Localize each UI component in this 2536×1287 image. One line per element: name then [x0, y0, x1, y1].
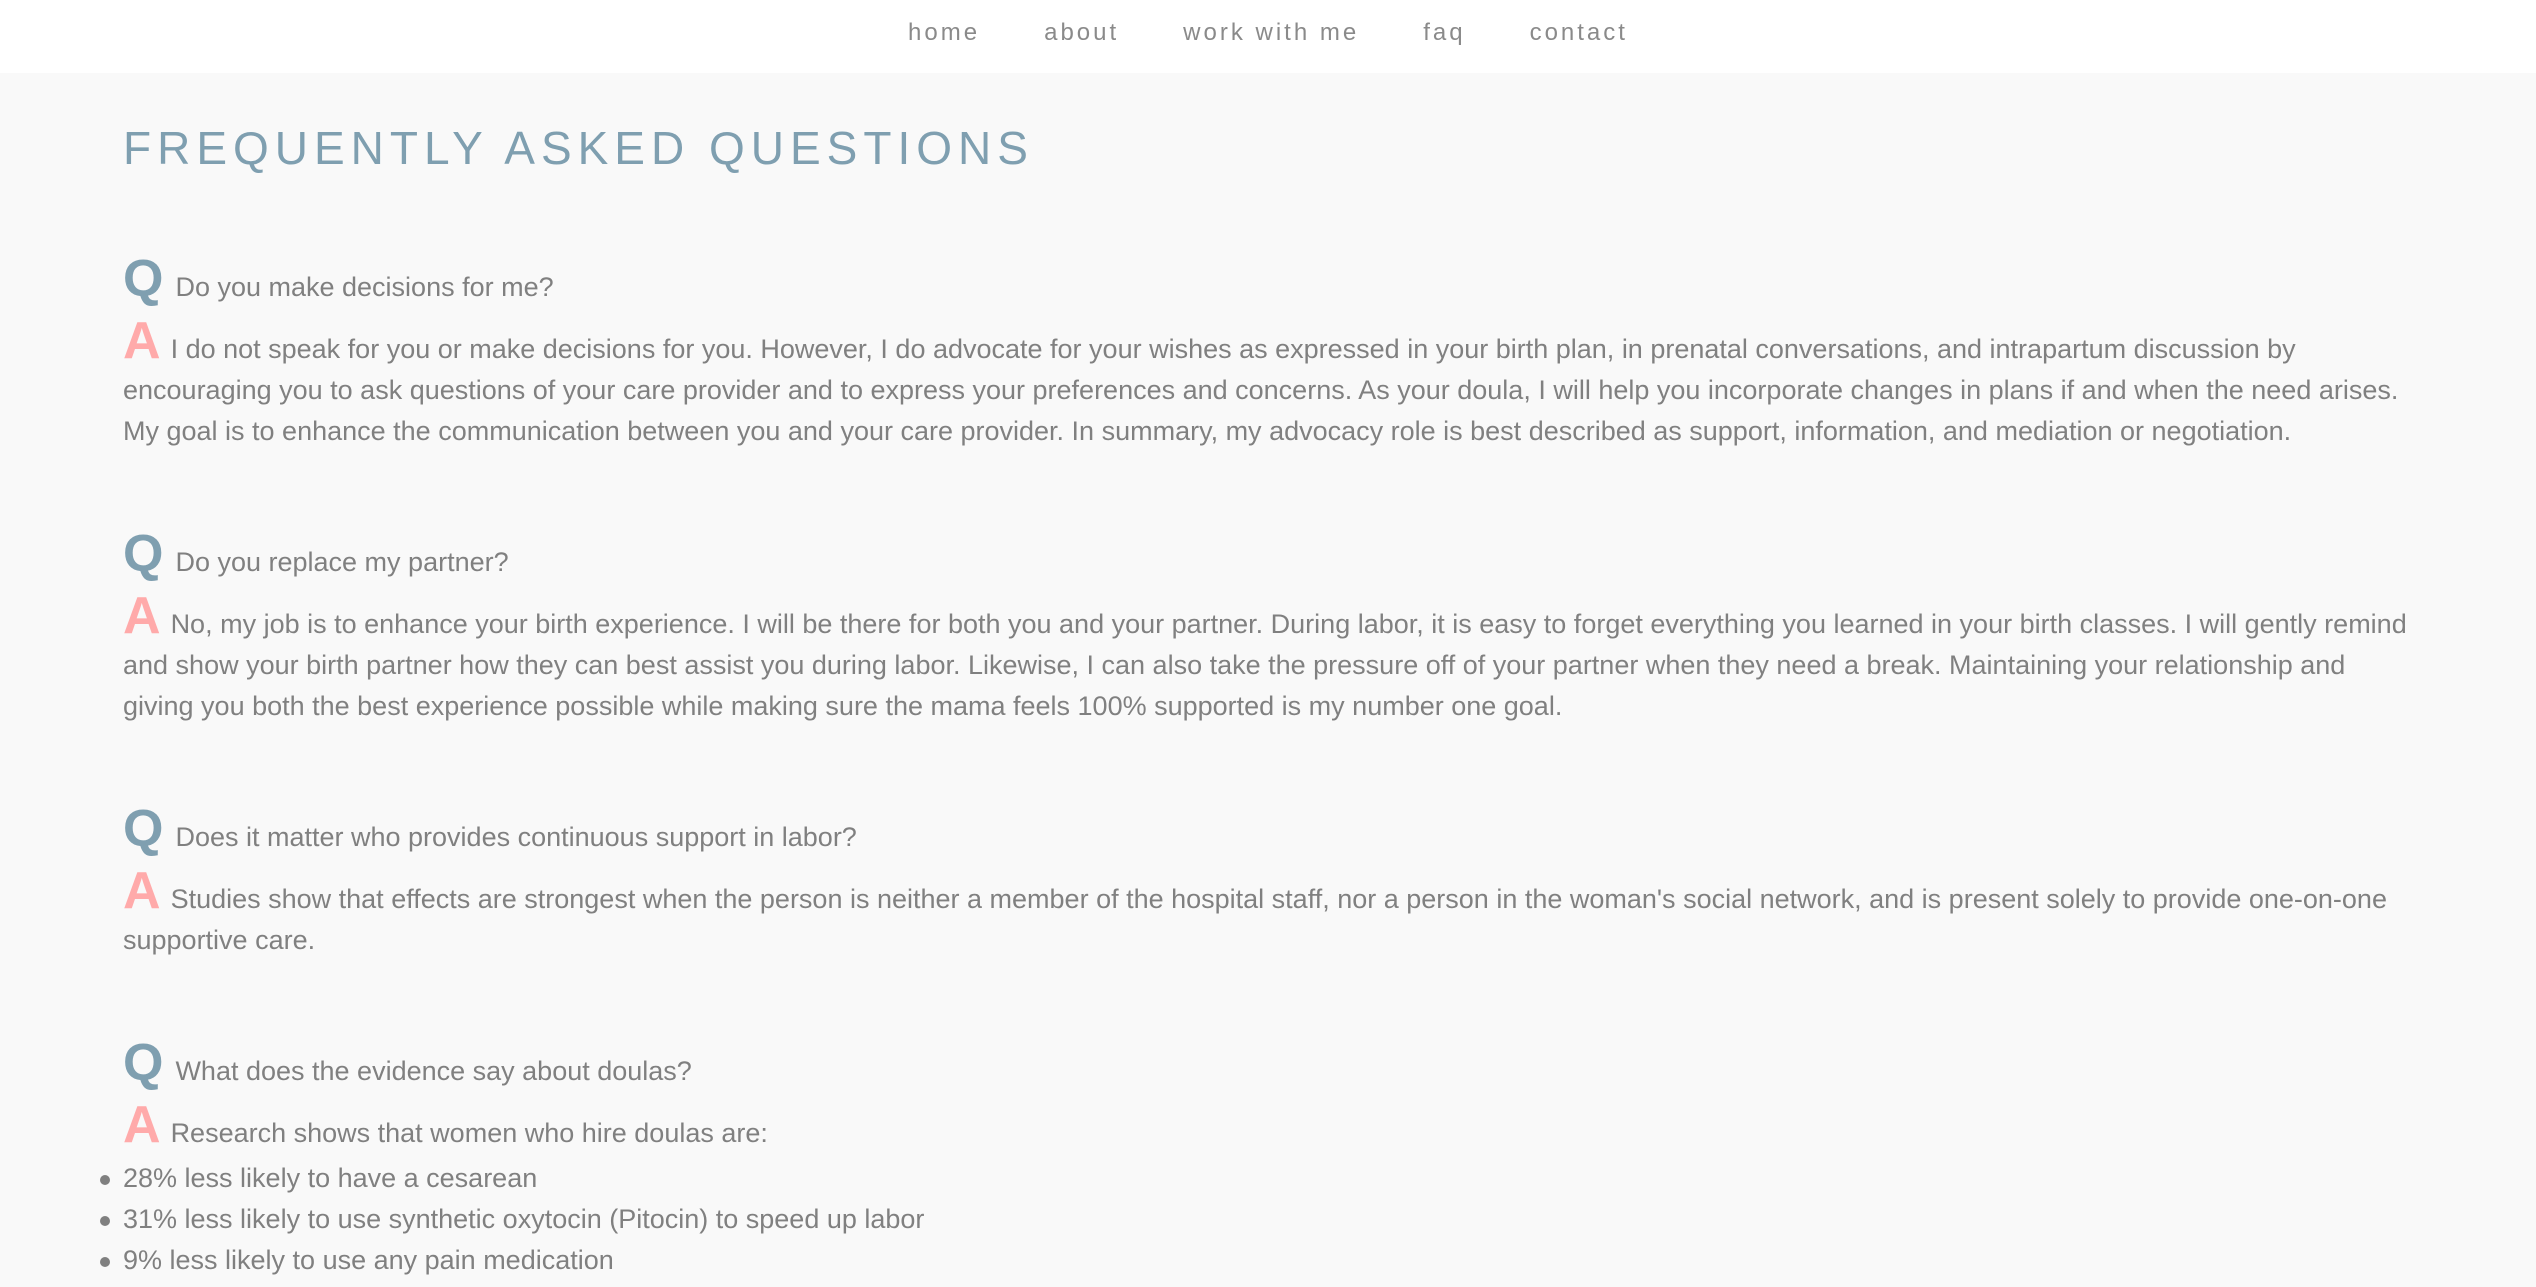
a-marker: A [123, 312, 161, 370]
faq-item: Q Do you make decisions for me? AI do not… [123, 253, 2413, 452]
main-content: FREQUENTLY ASKED QUESTIONS Q Do you make … [0, 73, 2536, 1281]
faq-item: Q Do you replace my partner? A No, my job … [123, 528, 2413, 727]
faq-item: Q Does it matter who provides continuous … [123, 803, 2413, 961]
nav-home[interactable]: home [908, 19, 980, 47]
question: Do you make decisions for me? [175, 272, 554, 302]
question: What does the evidence say about doulas? [175, 1056, 692, 1086]
question: Does it matter who provides continuous s… [175, 822, 857, 852]
top-nav: home about work with me faq contact [0, 0, 2536, 73]
evidence-list: 28% less likely to have a cesarean 31% l… [100, 1158, 2413, 1281]
q-marker: Q [123, 1034, 164, 1092]
list-item: 28% less likely to have a cesarean [100, 1158, 2413, 1199]
nav-work-with-me[interactable]: work with me [1183, 19, 1359, 47]
nav-faq[interactable]: faq [1423, 19, 1465, 47]
nav-contact[interactable]: contact [1530, 19, 1628, 47]
q-marker: Q [123, 250, 164, 308]
answer: No, my job is to enhance your birth expe… [123, 609, 2407, 721]
list-item: 31% less likely to use synthetic oxytoci… [100, 1199, 2413, 1240]
question: Do you replace my partner? [175, 547, 509, 577]
answer: I do not speak for you or make decisions… [123, 334, 2399, 446]
q-marker: Q [123, 525, 164, 583]
nav-about[interactable]: about [1044, 19, 1119, 47]
a-marker: A [123, 1096, 161, 1154]
a-marker: A [123, 862, 161, 920]
faq-item: Q What does the evidence say about doulas… [100, 1034, 2413, 1281]
answer: Studies show that effects are strongest … [123, 884, 2387, 955]
list-item: 9% less likely to use any pain medicatio… [100, 1240, 2413, 1281]
page-title: FREQUENTLY ASKED QUESTIONS [123, 122, 1034, 174]
a-marker: A [123, 587, 161, 645]
answer: Research shows that women who hire doula… [170, 1118, 768, 1148]
q-marker: Q [123, 800, 164, 858]
